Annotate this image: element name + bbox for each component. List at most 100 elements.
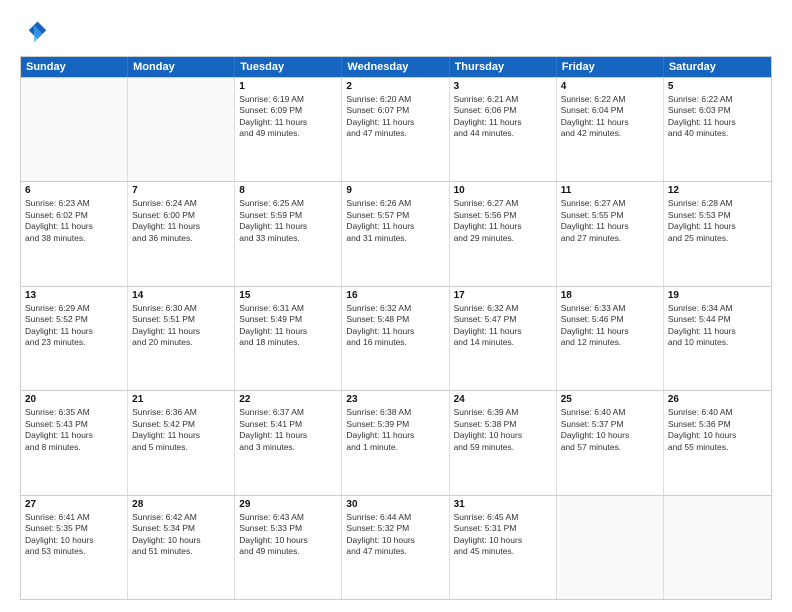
- cell-line: Daylight: 10 hours: [454, 430, 552, 441]
- day-number: 9: [346, 185, 444, 196]
- calendar-header-sunday: Sunday: [21, 57, 128, 77]
- calendar-cell-r1c0: 6Sunrise: 6:23 AMSunset: 6:02 PMDaylight…: [21, 182, 128, 285]
- calendar-row-4: 20Sunrise: 6:35 AMSunset: 5:43 PMDayligh…: [21, 390, 771, 494]
- cell-line: Sunrise: 6:34 AM: [668, 303, 767, 314]
- day-number: 24: [454, 394, 552, 405]
- calendar-cell-r4c0: 27 Sunrise: 6:41 AMSunset: 5:35 PMDayligh…: [21, 496, 128, 599]
- cell-line: Sunset: 5:34 PM: [132, 523, 230, 534]
- calendar-cell-r3c4: 24Sunrise: 6:39 AMSunset: 5:38 PMDayligh…: [450, 391, 557, 494]
- cell-line: Sunset: 6:02 PM: [25, 210, 123, 221]
- day-number: 16: [346, 290, 444, 301]
- day-number: 17: [454, 290, 552, 301]
- day-number: 8: [239, 185, 337, 196]
- cell-line: Sunset: 5:33 PM: [239, 523, 337, 534]
- cell-line: and 25 minutes.: [668, 233, 767, 244]
- day-number: 6: [25, 185, 123, 196]
- cell-line: Sunrise: 6:45 AM: [454, 512, 552, 523]
- calendar-cell-r4c1: 28Sunrise: 6:42 AMSunset: 5:34 PMDayligh…: [128, 496, 235, 599]
- cell-line: Sunrise: 6:37 AM: [239, 407, 337, 418]
- calendar-body: 1Sunrise: 6:19 AMSunset: 6:09 PMDaylight…: [21, 77, 771, 599]
- cell-line: Sunset: 5:35 PM: [25, 523, 123, 534]
- cell-line: Sunrise: 6:32 AM: [454, 303, 552, 314]
- cell-line: Daylight: 11 hours: [561, 117, 659, 128]
- calendar-cell-r4c3: 30Sunrise: 6:44 AMSunset: 5:32 PMDayligh…: [342, 496, 449, 599]
- header: [20, 18, 772, 46]
- cell-line: Sunrise: 6:41 AM: [25, 512, 123, 523]
- cell-line: and 14 minutes.: [454, 337, 552, 348]
- cell-line: Daylight: 11 hours: [668, 117, 767, 128]
- day-number: 23: [346, 394, 444, 405]
- cell-line: Sunset: 6:06 PM: [454, 105, 552, 116]
- calendar-cell-r0c2: 1Sunrise: 6:19 AMSunset: 6:09 PMDaylight…: [235, 78, 342, 181]
- calendar-cell-r0c0: [21, 78, 128, 181]
- calendar-cell-r0c3: 2Sunrise: 6:20 AMSunset: 6:07 PMDaylight…: [342, 78, 449, 181]
- cell-line: Daylight: 10 hours: [454, 535, 552, 546]
- cell-line: Daylight: 11 hours: [132, 221, 230, 232]
- cell-line: and 51 minutes.: [132, 546, 230, 557]
- cell-line: Daylight: 11 hours: [454, 117, 552, 128]
- day-number: 4: [561, 81, 659, 92]
- cell-line: Daylight: 11 hours: [561, 326, 659, 337]
- calendar-cell-r3c6: 26Sunrise: 6:40 AMSunset: 5:36 PMDayligh…: [664, 391, 771, 494]
- calendar-cell-r0c6: 5Sunrise: 6:22 AMSunset: 6:03 PMDaylight…: [664, 78, 771, 181]
- cell-line: Daylight: 10 hours: [25, 535, 123, 546]
- cell-line: Sunset: 5:32 PM: [346, 523, 444, 534]
- cell-line: and 1 minute.: [346, 442, 444, 453]
- day-number: 5: [668, 81, 767, 92]
- cell-line: Sunset: 6:09 PM: [239, 105, 337, 116]
- cell-line: Daylight: 10 hours: [239, 535, 337, 546]
- calendar-header-friday: Friday: [557, 57, 664, 77]
- cell-line: Sunrise: 6:20 AM: [346, 94, 444, 105]
- cell-line: Sunset: 5:59 PM: [239, 210, 337, 221]
- cell-line: Sunrise: 6:38 AM: [346, 407, 444, 418]
- day-number: 11: [561, 185, 659, 196]
- calendar-row-3: 13Sunrise: 6:29 AMSunset: 5:52 PMDayligh…: [21, 286, 771, 390]
- calendar-header-tuesday: Tuesday: [235, 57, 342, 77]
- calendar-cell-r1c5: 11Sunrise: 6:27 AMSunset: 5:55 PMDayligh…: [557, 182, 664, 285]
- cell-line: and 16 minutes.: [346, 337, 444, 348]
- cell-line: Sunset: 5:36 PM: [668, 419, 767, 430]
- cell-line: Sunset: 5:44 PM: [668, 314, 767, 325]
- cell-line: Daylight: 11 hours: [346, 326, 444, 337]
- calendar-cell-r0c4: 3Sunrise: 6:21 AMSunset: 6:06 PMDaylight…: [450, 78, 557, 181]
- calendar-cell-r4c5: [557, 496, 664, 599]
- day-number: 13: [25, 290, 123, 301]
- cell-line: and 10 minutes.: [668, 337, 767, 348]
- cell-line: Daylight: 11 hours: [25, 430, 123, 441]
- calendar-cell-r1c6: 12Sunrise: 6:28 AMSunset: 5:53 PMDayligh…: [664, 182, 771, 285]
- cell-line: Sunset: 5:49 PM: [239, 314, 337, 325]
- day-number: 27: [25, 499, 123, 510]
- cell-line: Sunrise: 6:44 AM: [346, 512, 444, 523]
- cell-line: Sunset: 5:57 PM: [346, 210, 444, 221]
- cell-line: Sunrise: 6:29 AM: [25, 303, 123, 314]
- cell-line: Daylight: 10 hours: [668, 430, 767, 441]
- calendar-cell-r2c4: 17Sunrise: 6:32 AMSunset: 5:47 PMDayligh…: [450, 287, 557, 390]
- cell-line: Sunset: 6:07 PM: [346, 105, 444, 116]
- cell-line: Sunset: 5:51 PM: [132, 314, 230, 325]
- cell-line: Daylight: 11 hours: [132, 430, 230, 441]
- day-number: 19: [668, 290, 767, 301]
- calendar-cell-r2c5: 18Sunrise: 6:33 AMSunset: 5:46 PMDayligh…: [557, 287, 664, 390]
- cell-line: Sunset: 5:42 PM: [132, 419, 230, 430]
- day-number: 21: [132, 394, 230, 405]
- calendar-cell-r1c3: 9Sunrise: 6:26 AMSunset: 5:57 PMDaylight…: [342, 182, 449, 285]
- cell-line: Daylight: 11 hours: [668, 221, 767, 232]
- day-number: 28: [132, 499, 230, 510]
- day-number: 12: [668, 185, 767, 196]
- cell-line: and 33 minutes.: [239, 233, 337, 244]
- cell-line: Sunset: 5:48 PM: [346, 314, 444, 325]
- cell-line: Sunrise: 6:23 AM: [25, 198, 123, 209]
- cell-line: Sunset: 5:31 PM: [454, 523, 552, 534]
- cell-line: Daylight: 10 hours: [561, 430, 659, 441]
- cell-line: and 18 minutes.: [239, 337, 337, 348]
- day-number: 25: [561, 394, 659, 405]
- cell-line: Sunrise: 6:27 AM: [561, 198, 659, 209]
- cell-line: and 40 minutes.: [668, 128, 767, 139]
- cell-line: Sunrise: 6:43 AM: [239, 512, 337, 523]
- cell-line: Daylight: 11 hours: [239, 326, 337, 337]
- calendar-header-wednesday: Wednesday: [342, 57, 449, 77]
- cell-line: and 55 minutes.: [668, 442, 767, 453]
- cell-line: and 20 minutes.: [132, 337, 230, 348]
- cell-line: and 5 minutes.: [132, 442, 230, 453]
- logo: [20, 18, 52, 46]
